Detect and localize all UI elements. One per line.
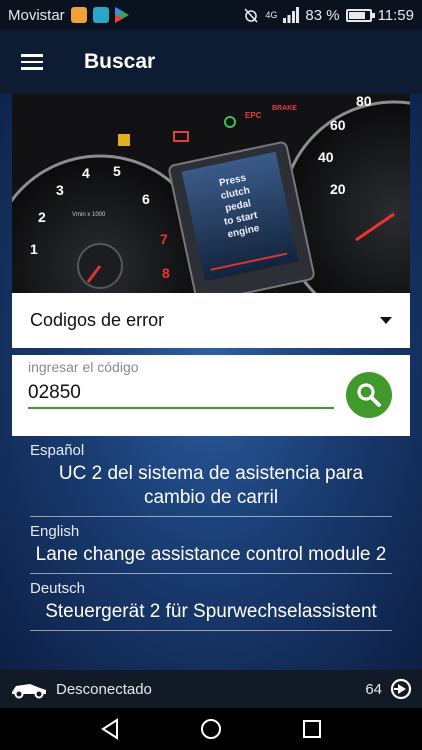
list-item: Deutsch Steuergerät 2 für Spurwechselass… [12,574,410,631]
right-gauge-tick: 40 [318,149,334,165]
list-item: Español UC 2 del sistema de asistencia p… [12,436,410,517]
status-bar: Movistar 4G 83 % 11:59 [0,0,422,30]
results-list[interactable]: Español UC 2 del sistema de asistencia p… [12,436,410,670]
network-type: 4G [265,10,278,20]
connection-status: Desconectado [56,680,152,698]
counter-value: 64 [365,680,382,698]
signal-icon [283,7,300,23]
list-item: English Lane change assistance control m… [12,517,410,574]
result-description: UC 2 del sistema de asistencia para camb… [30,459,392,517]
right-gauge-tick: 60 [330,117,346,133]
code-input[interactable] [28,379,334,409]
dashboard-illustration: 1 2 3 4 5 6 7 8 Vmin x 1000 20 40 60 80 [12,94,410,293]
result-description: Steuergerät 2 für Spurwechselassistent [30,597,392,631]
result-language: Deutsch [30,580,86,597]
app-bar: Buscar [0,30,422,94]
epc-light: EPC [245,111,262,120]
result-description: Lane change assistance control module 2 [30,540,392,574]
dashboard-hero-image: 1 2 3 4 5 6 7 8 Vmin x 1000 20 40 60 80 [12,94,410,293]
dropdown-arrow-icon [380,317,392,324]
home-circle-icon[interactable] [200,718,222,740]
main-content: 1 2 3 4 5 6 7 8 Vmin x 1000 20 40 60 80 [0,94,422,670]
system-nav-bar [0,708,422,750]
hamburger-menu-icon [21,54,43,70]
circle-arrow-icon[interactable] [390,678,412,700]
left-gauge-label: Vmin x 1000 [72,212,106,218]
search-card: ingresar el código [12,355,410,436]
right-gauge-tick: 80 [356,94,372,109]
connection-bar: Desconectado 64 [0,670,422,708]
search-icon [357,383,381,407]
back-triangle-icon[interactable] [99,718,121,740]
left-gauge-tick: 4 [82,165,90,181]
search-label: ingresar el código [28,359,139,375]
battery-icon [345,8,375,22]
category-dropdown-value: Codigos de error [30,310,165,330]
left-gauge-tick: 3 [56,182,64,198]
notification-mail-icon [92,7,109,23]
play-store-icon [114,7,129,23]
right-gauge-tick: 20 [330,181,346,197]
left-gauge-tick: 8 [162,265,170,281]
menu-button[interactable] [0,30,64,94]
left-gauge-tick: 6 [142,191,150,207]
result-language: English [30,523,80,540]
battery-percent: 83 % [305,6,340,24]
result-language: Español [30,442,85,459]
left-gauge-tick: 1 [30,241,38,257]
clock: 11:59 [377,6,414,24]
car-icon [12,684,46,699]
page-title: Buscar [84,50,156,73]
left-gauge-tick: 7 [160,231,168,247]
search-button[interactable] [346,372,392,418]
recents-square-icon[interactable] [301,718,323,740]
left-gauge-tick: 5 [113,163,121,179]
brake-light: BRAKE [272,105,297,112]
category-dropdown[interactable]: Codigos de error [12,293,410,348]
alarm-off-icon [244,8,258,23]
left-gauge-tick: 2 [38,209,46,225]
carrier-label: Movistar [8,6,65,24]
notification-app-icon [70,7,87,23]
